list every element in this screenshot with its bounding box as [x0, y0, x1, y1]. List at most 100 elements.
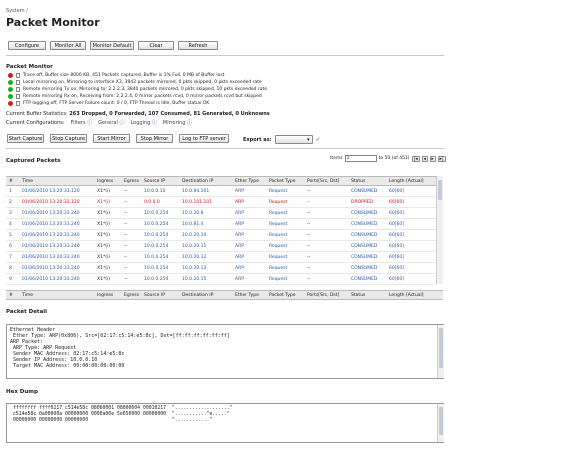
table-cell: CONSUMED — [351, 266, 378, 271]
table-cell: -- — [124, 222, 128, 227]
prev-page-button[interactable]: ◂ — [421, 155, 428, 162]
table-cell: ARP — [235, 233, 244, 238]
buffer-stats-label: Current Buffer Statistics: — [6, 111, 68, 117]
scroll-thumb[interactable] — [438, 180, 442, 200]
table-row[interactable]: 3 01/06/2010 13:20:33.240 X1*(i) -- 10.0.0.2… — [6, 208, 436, 219]
config-item-mirroring[interactable]: Mirroring ⓘ — [163, 119, 192, 126]
column-header[interactable]: Packet Type — [269, 293, 296, 298]
table-cell: 10.0.20.10 — [182, 233, 207, 238]
toolbar-button-monitor-all[interactable]: Monitor All — [50, 41, 86, 50]
table-row[interactable]: 4 01/06/2010 13:20:33.240 X1*(i) -- 10.0.0.2… — [6, 219, 436, 230]
toolbar-button-clear[interactable]: Clear — [138, 41, 174, 50]
config-icon[interactable] — [16, 87, 20, 92]
table-body: 1 01/06/2010 13:20:33.120 X1*(i) -- 10.0.0.1… — [6, 186, 436, 286]
status-row: Remote mirroring Tx on, Mirroring to: 2.… — [8, 86, 438, 93]
column-header[interactable]: Ingress — [97, 179, 113, 184]
column-header[interactable]: Ingress — [97, 293, 113, 298]
table-row[interactable]: 8 01/06/2010 13:20:33.240 X1*(i) -- 10.0.0.2… — [6, 263, 436, 274]
column-header[interactable]: Egress — [124, 293, 139, 298]
buffer-stats: Current Buffer Statistics: 263 Dropped, … — [6, 111, 270, 117]
column-header[interactable]: Destination IP — [182, 293, 213, 298]
first-page-button[interactable]: |◂ — [411, 155, 420, 162]
config-icon[interactable] — [16, 94, 20, 99]
start-mirror-button[interactable]: Start Mirror — [93, 134, 130, 143]
column-header[interactable]: Status — [351, 179, 365, 184]
table-cell: 01/06/2010 13:20:33.240 — [22, 244, 80, 249]
column-header[interactable]: Status — [351, 293, 365, 298]
table-cell: -- — [124, 189, 128, 194]
stop-mirror-button[interactable]: Stop Mirror — [136, 134, 173, 143]
column-header[interactable]: Destination IP — [182, 179, 213, 184]
column-header[interactable]: Length [Actual] — [389, 179, 424, 184]
table-cell: 60[60] — [389, 255, 404, 260]
column-header[interactable]: Source IP — [144, 179, 165, 184]
stop-capture-button[interactable]: Stop Capture — [50, 134, 87, 143]
captured-packets-title: Captured Packets — [6, 158, 61, 164]
table-cell: Request — [269, 244, 288, 249]
status-text: Local mirroring on, Mirroring to interfa… — [23, 80, 262, 85]
table-cell: 01/06/2010 13:20:33.120 — [22, 189, 80, 194]
info-icon[interactable]: ⓘ — [150, 120, 157, 126]
column-header[interactable]: Source IP — [144, 293, 165, 298]
table-cell: Request — [269, 222, 288, 227]
toolbar-button-refresh[interactable]: Refresh — [178, 41, 218, 50]
packet-monitor-heading: Packet Monitor — [6, 64, 53, 70]
last-page-button[interactable]: ▸| — [437, 155, 446, 162]
table-row[interactable]: 9 01/06/2010 13:20:33.240 X1*(i) -- 10.0.0.2… — [6, 274, 436, 285]
start-capture-button[interactable]: Start Capture — [7, 134, 44, 143]
column-header[interactable]: # — [9, 293, 13, 298]
table-row[interactable]: 6 01/06/2010 13:20:33.240 X1*(i) -- 10.0.0.2… — [6, 241, 436, 252]
status-dot-icon — [8, 87, 13, 92]
config-icon[interactable] — [16, 101, 20, 106]
table-row[interactable]: 1 01/06/2010 13:20:33.120 X1*(i) -- 10.0.0.1… — [6, 186, 436, 197]
table-cell: 1 — [9, 189, 12, 194]
table-cell: 10.0.0.254 — [144, 211, 169, 216]
scroll-thumb[interactable] — [439, 328, 443, 368]
config-item-logging[interactable]: Logging ⓘ — [130, 119, 156, 126]
config-item-filters[interactable]: Filters ⓘ — [71, 119, 93, 126]
captured-packets-table: # Time Ingress Egress Source IP Destination I… — [6, 176, 443, 300]
column-header[interactable]: Ether Type — [235, 179, 259, 184]
column-header[interactable]: Ports[Src, Dst] — [307, 293, 339, 298]
table-cell: 10.0.20.11 — [182, 244, 207, 249]
column-header[interactable]: Ports[Src, Dst] — [307, 179, 339, 184]
table-cell: -- — [307, 255, 311, 260]
table-row[interactable]: 2 01/06/2010 13:20:33.120 X1*(i) -- 0.0.0.0 1… — [6, 197, 436, 208]
table-cell: X1*(i) — [97, 244, 110, 249]
export-select[interactable]: ▾ — [274, 135, 313, 144]
table-cell: 10.0.20.12 — [182, 255, 207, 260]
config-icon[interactable] — [16, 73, 20, 78]
status-dot-icon — [8, 80, 13, 85]
column-header[interactable]: Packet Type — [269, 179, 296, 184]
table-cell: 10.0.0.254 — [144, 266, 169, 271]
table-cell: 10.0.101.101 — [182, 200, 213, 205]
items-input[interactable]: 1 — [344, 155, 377, 162]
scroll-thumb[interactable] — [439, 407, 443, 435]
column-header[interactable]: Time — [22, 293, 33, 298]
hex-scrollbar[interactable] — [437, 404, 444, 442]
info-icon[interactable]: ⓘ — [185, 120, 192, 126]
config-icon[interactable] — [16, 80, 20, 85]
detail-scrollbar[interactable] — [437, 325, 444, 378]
log-to-ftp-server-button[interactable]: Log to FTP server — [179, 134, 229, 143]
table-cell: 7 — [9, 255, 12, 260]
table-row[interactable]: 5 01/06/2010 13:20:33.240 X1*(i) -- 10.0.0.2… — [6, 230, 436, 241]
column-header[interactable]: Ether Type — [235, 293, 259, 298]
column-header[interactable]: Time — [22, 179, 33, 184]
table-cell: -- — [124, 233, 128, 238]
packet-detail-text: Ethernet Header Ether Type: ARP(0x806), … — [10, 327, 230, 369]
toolbar-button-configure[interactable]: Configure — [8, 41, 46, 50]
info-icon[interactable]: ⓘ — [86, 120, 92, 126]
column-header[interactable]: # — [9, 179, 13, 184]
column-header[interactable]: Length [Actual] — [389, 293, 424, 298]
config-item-label: Filters — [70, 120, 86, 126]
table-row[interactable]: 7 01/06/2010 13:20:33.240 X1*(i) -- 10.0.0.2… — [6, 252, 436, 263]
table-scrollbar[interactable] — [436, 176, 443, 284]
table-cell: Request — [269, 255, 288, 260]
next-page-button[interactable]: ▸ — [429, 155, 436, 162]
column-header[interactable]: Egress — [124, 179, 139, 184]
table-cell: -- — [124, 244, 128, 249]
toolbar-button-monitor-default[interactable]: Monitor Default — [90, 41, 134, 50]
config-item-general[interactable]: General ⓘ — [98, 119, 124, 126]
info-icon[interactable]: ⓘ — [118, 120, 124, 126]
